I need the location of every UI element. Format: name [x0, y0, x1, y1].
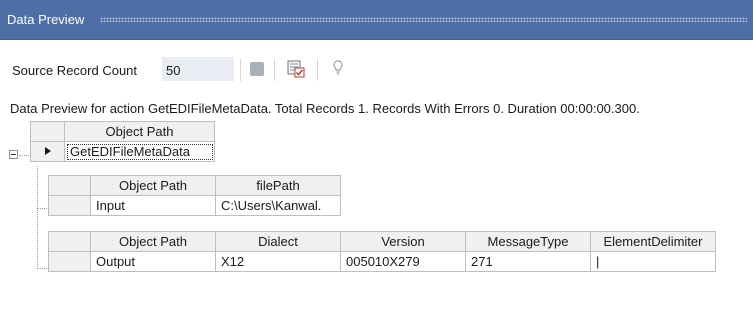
column-header[interactable]: Object Path [90, 175, 216, 196]
row-header-corner [48, 175, 91, 196]
column-header[interactable]: Version [340, 231, 466, 252]
lightbulb-icon[interactable] [331, 59, 345, 79]
root-grid: Object Path GetEDIFileMetaData [30, 121, 215, 162]
stop-icon[interactable] [250, 62, 264, 76]
grid-cell[interactable]: X12 [215, 251, 341, 272]
row-header-corner [48, 231, 91, 252]
toolbar-separator [317, 59, 318, 81]
grid-cell[interactable]: GetEDIFileMetaData [64, 141, 215, 162]
tree-connector [37, 166, 38, 269]
column-header[interactable]: Object Path [90, 231, 216, 252]
grid-cell[interactable]: | [590, 251, 716, 272]
toolbar-separator [274, 59, 275, 81]
input-grid: Object Path filePath Input C:\Users\Kanw… [48, 175, 341, 216]
column-header[interactable]: Dialect [215, 231, 341, 252]
grid-cell[interactable]: C:\Users\Kanwal. [215, 195, 341, 216]
column-header[interactable]: ElementDelimiter [590, 231, 716, 252]
output-grid: Object Path Dialect Version MessageType … [48, 231, 716, 272]
current-row-arrow-icon [44, 147, 51, 155]
row-selector[interactable] [48, 251, 91, 272]
collapse-expander-icon[interactable] [9, 150, 18, 159]
column-header[interactable]: filePath [215, 175, 341, 196]
column-header[interactable]: MessageType [465, 231, 591, 252]
row-selector[interactable] [48, 195, 91, 216]
grid-cell[interactable]: Output [90, 251, 216, 272]
drag-grip[interactable] [100, 17, 747, 22]
row-selector[interactable] [30, 141, 65, 162]
toolbar: Source Record Count [0, 41, 753, 91]
grid-cell[interactable]: 005010X279 [340, 251, 466, 272]
source-record-count-label: Source Record Count [12, 63, 138, 78]
column-header[interactable]: Object Path [64, 121, 215, 142]
toolbar-separator [240, 59, 241, 81]
row-header-corner [30, 121, 65, 142]
status-text: Data Preview for action GetEDIFileMetaDa… [10, 101, 640, 116]
grid-cell[interactable]: Input [90, 195, 216, 216]
preview-icon[interactable] [287, 60, 305, 78]
window-title: Data Preview [7, 12, 85, 27]
title-bar: Data Preview [0, 0, 753, 40]
source-record-count-input[interactable] [162, 57, 234, 81]
grid-cell[interactable]: 271 [465, 251, 591, 272]
